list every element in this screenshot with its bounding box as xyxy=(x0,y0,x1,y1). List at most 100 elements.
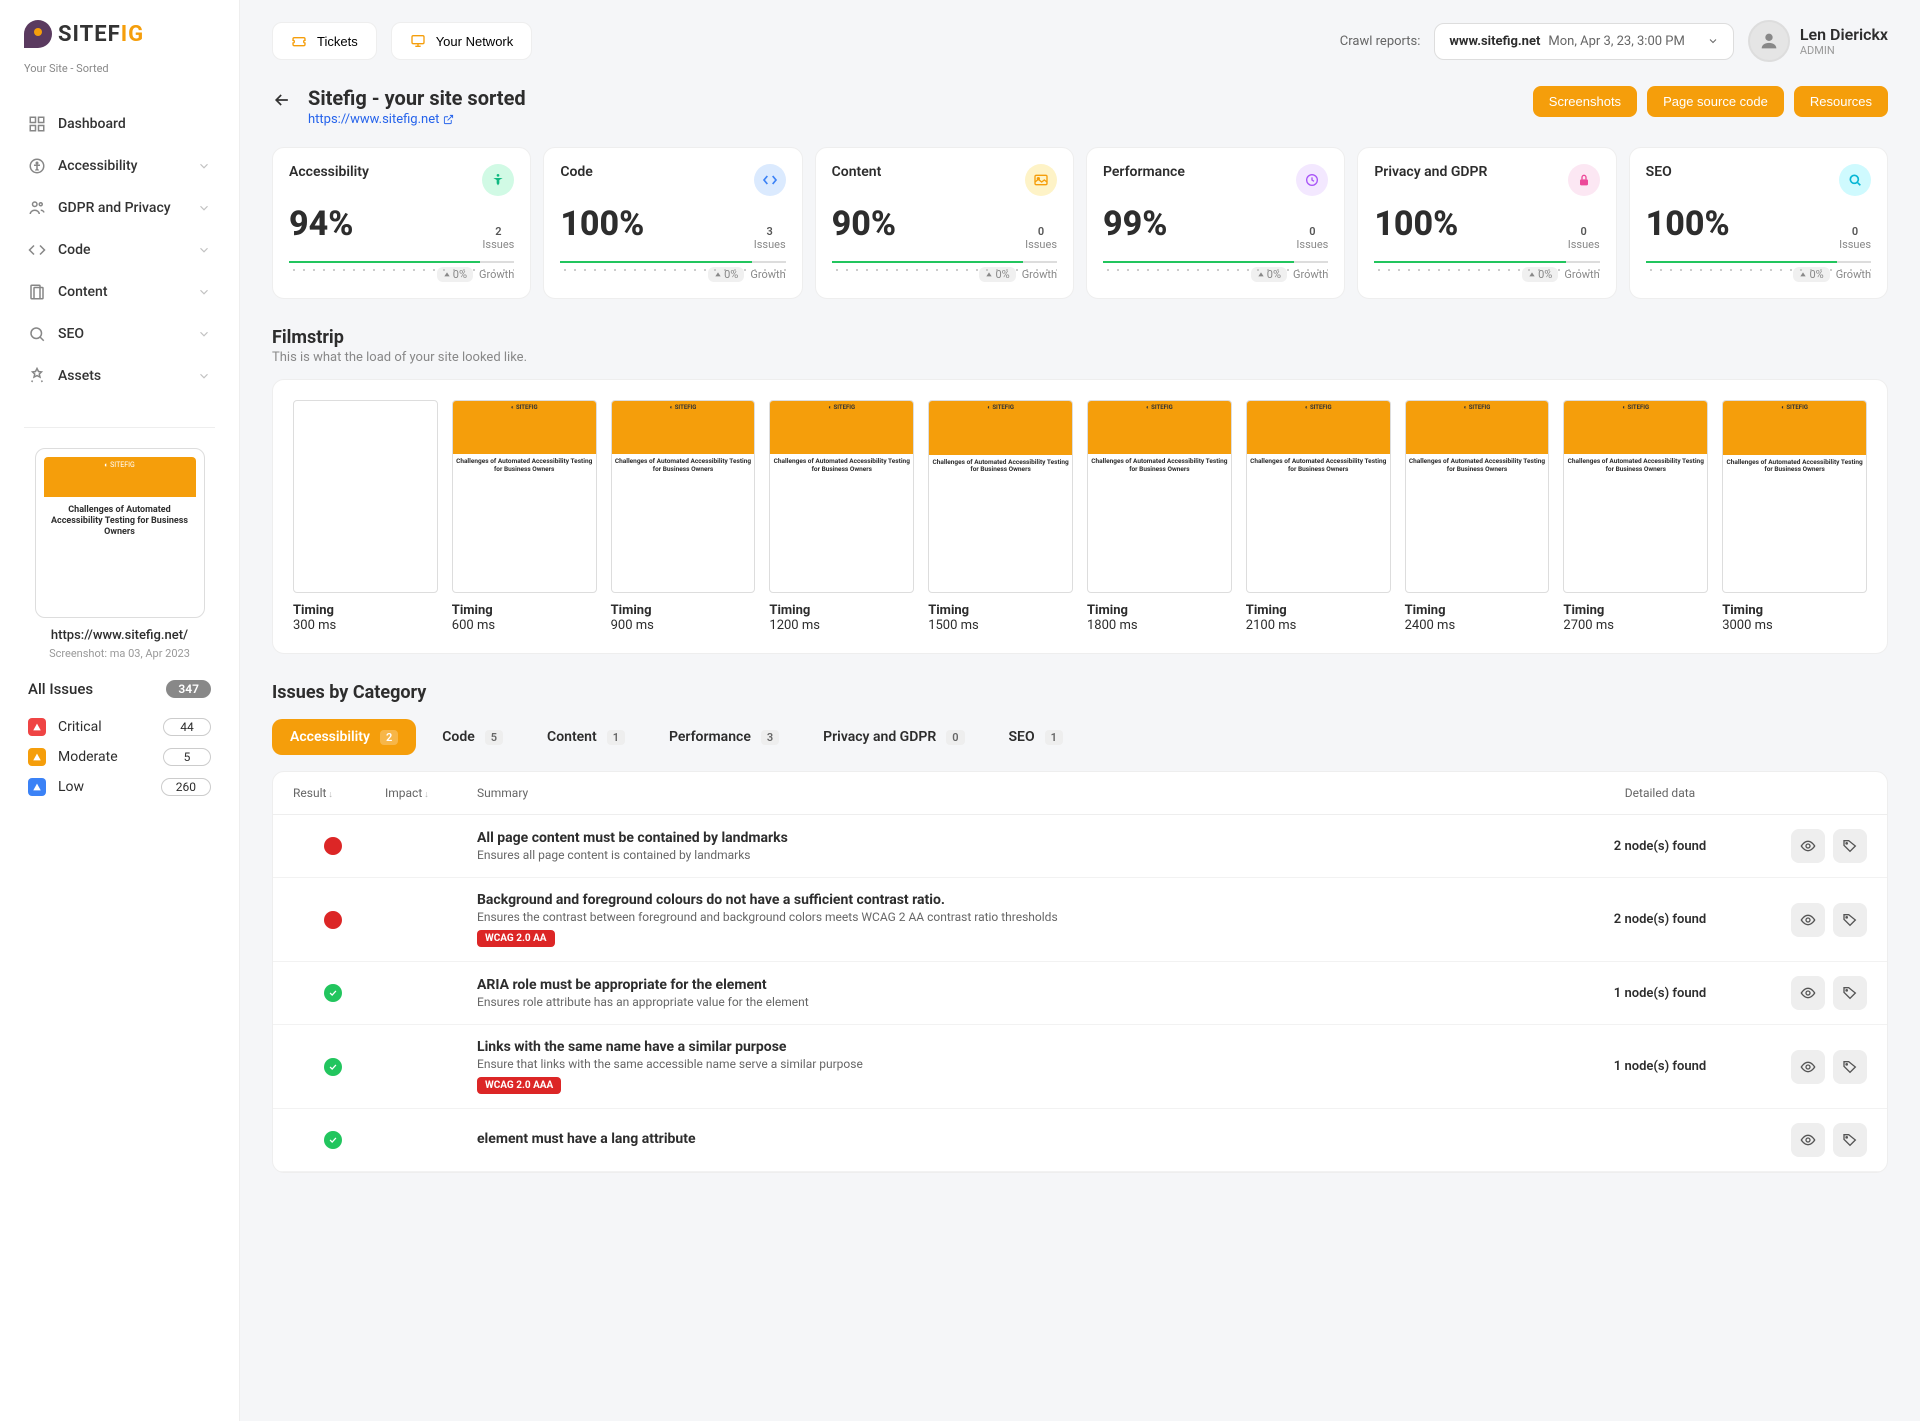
filmstrip-frame[interactable]: Timing300 ms xyxy=(293,400,438,633)
table-row: ARIA role must be appropriate for the el… xyxy=(273,962,1887,1025)
page-source-code-button[interactable]: Page source code xyxy=(1647,86,1784,117)
issues-total: 347 xyxy=(166,680,211,698)
tab-accessibility[interactable]: Accessibility2 xyxy=(272,719,416,755)
main-content: Tickets Your Network Crawl reports: www.… xyxy=(240,0,1920,1421)
view-button[interactable] xyxy=(1791,976,1825,1010)
seo-icon xyxy=(28,325,46,343)
status-dot xyxy=(324,1131,342,1149)
dashboard-icon xyxy=(28,115,46,133)
logo[interactable]: SITEFIG xyxy=(0,20,239,62)
filmstrip-frame[interactable]: ◐ SITEFIGChallenges of Automated Accessi… xyxy=(452,400,597,633)
card-icon xyxy=(1839,164,1871,196)
issue-row-moderate[interactable]: Moderate5 xyxy=(28,742,211,772)
screenshots-button[interactable]: Screenshots xyxy=(1533,86,1637,117)
chevron-down-icon xyxy=(1707,35,1719,47)
card-icon xyxy=(1568,164,1600,196)
nav-item-dashboard[interactable]: Dashboard xyxy=(0,103,239,145)
tag-button[interactable] xyxy=(1833,976,1867,1010)
sparkline xyxy=(832,261,1057,263)
crawl-select[interactable]: www.sitefig.net Mon, Apr 3, 23, 3:00 PM xyxy=(1434,23,1733,60)
page-header: Sitefig - your site sorted https://www.s… xyxy=(272,86,1888,127)
filmstrip-title: Filmstrip xyxy=(272,327,1888,348)
view-button[interactable] xyxy=(1791,829,1825,863)
nav-item-accessibility[interactable]: Accessibility xyxy=(0,145,239,187)
card-accessibility[interactable]: Accessibility 94%2Issues 0%Growth xyxy=(272,147,531,299)
ticket-icon xyxy=(291,33,307,49)
code-icon xyxy=(28,241,46,259)
filmstrip-frame[interactable]: ◐ SITEFIGChallenges of Automated Accessi… xyxy=(611,400,756,633)
page-title: Sitefig - your site sorted xyxy=(308,86,526,110)
tab-seo[interactable]: SEO1 xyxy=(991,719,1081,755)
view-button[interactable] xyxy=(1791,903,1825,937)
filmstrip-frame[interactable]: ◐ SITEFIGChallenges of Automated Accessi… xyxy=(1405,400,1550,633)
issues-category-title: Issues by Category xyxy=(272,682,1888,703)
back-button[interactable] xyxy=(272,90,292,110)
card-code[interactable]: Code 100%3Issues 0%Growth xyxy=(543,147,802,299)
external-link-icon xyxy=(443,114,454,125)
issues-title: All Issues xyxy=(28,680,93,698)
table-row: element must have a lang attribute xyxy=(273,1109,1887,1172)
user-menu[interactable]: Len Dierickx ADMIN xyxy=(1748,20,1888,62)
logo-icon xyxy=(24,20,52,48)
sidebar: SITEFIG Your Site - Sorted DashboardAcce… xyxy=(0,0,240,1421)
card-seo[interactable]: SEO 100%0Issues 0%Growth xyxy=(1629,147,1888,299)
col-detail: Detailed data xyxy=(1585,786,1735,800)
nav-item-code[interactable]: Code xyxy=(0,229,239,271)
card-performance[interactable]: Performance 99%0Issues 0%Growth xyxy=(1086,147,1345,299)
severity-icon xyxy=(28,778,46,796)
filmstrip-sub: This is what the load of your site looke… xyxy=(272,350,1888,365)
monitor-icon xyxy=(410,33,426,49)
nav-item-gdpr-and-privacy[interactable]: GDPR and Privacy xyxy=(0,187,239,229)
resources-button[interactable]: Resources xyxy=(1794,86,1888,117)
filmstrip-frame[interactable]: ◐ SITEFIGChallenges of Automated Accessi… xyxy=(1087,400,1232,633)
tab-code[interactable]: Code5 xyxy=(424,719,521,755)
tickets-button[interactable]: Tickets xyxy=(272,22,377,60)
accessibility-icon xyxy=(28,157,46,175)
screenshot-thumb[interactable]: ◐ SITEFIG Challenges of Automated Access… xyxy=(35,448,205,618)
avatar xyxy=(1748,20,1790,62)
col-result[interactable]: Result↓ xyxy=(293,786,373,800)
issue-row-critical[interactable]: Critical44 xyxy=(28,712,211,742)
chevron-down-icon xyxy=(197,159,211,173)
status-dot xyxy=(324,984,342,1002)
logo-text: SITEFIG xyxy=(58,22,144,47)
card-content[interactable]: Content 90%0Issues 0%Growth xyxy=(815,147,1074,299)
sparkline xyxy=(1646,261,1871,263)
view-button[interactable] xyxy=(1791,1050,1825,1084)
tab-content[interactable]: Content1 xyxy=(529,719,643,755)
nav-item-assets[interactable]: Assets xyxy=(0,355,239,397)
filmstrip-frame[interactable]: ◐ SITEFIGChallenges of Automated Accessi… xyxy=(1563,400,1708,633)
filmstrip-frame[interactable]: ◐ SITEFIGChallenges of Automated Accessi… xyxy=(928,400,1073,633)
tag-button[interactable] xyxy=(1833,1050,1867,1084)
status-dot xyxy=(324,1058,342,1076)
filmstrip-frame[interactable]: ◐ SITEFIGChallenges of Automated Accessi… xyxy=(1246,400,1391,633)
screenshot-card: ◐ SITEFIG Challenges of Automated Access… xyxy=(24,448,215,660)
chevron-down-icon xyxy=(197,369,211,383)
issue-row-low[interactable]: Low260 xyxy=(28,772,211,802)
card-privacy-and-gdpr[interactable]: Privacy and GDPR 100%0Issues 0%Growth xyxy=(1357,147,1616,299)
issues-table: Result↓ Impact↓ Summary Detailed data Al… xyxy=(272,771,1888,1173)
tag-button[interactable] xyxy=(1833,829,1867,863)
screenshot-date: Screenshot: ma 03, Apr 2023 xyxy=(24,647,215,660)
view-button[interactable] xyxy=(1791,1123,1825,1157)
user-role: ADMIN xyxy=(1800,44,1888,57)
tag-button[interactable] xyxy=(1833,903,1867,937)
chevron-down-icon xyxy=(197,243,211,257)
screenshot-url: https://www.sitefig.net/ xyxy=(24,628,215,643)
network-button[interactable]: Your Network xyxy=(391,22,533,60)
table-row: All page content must be contained by la… xyxy=(273,815,1887,878)
logo-tagline: Your Site - Sorted xyxy=(0,62,239,93)
col-summary: Summary xyxy=(477,786,1573,800)
nav-item-content[interactable]: Content xyxy=(0,271,239,313)
page-url[interactable]: https://www.sitefig.net xyxy=(308,112,526,127)
tab-privacy-and-gdpr[interactable]: Privacy and GDPR0 xyxy=(805,719,982,755)
nav-item-seo[interactable]: SEO xyxy=(0,313,239,355)
tab-performance[interactable]: Performance3 xyxy=(651,719,797,755)
tag-button[interactable] xyxy=(1833,1123,1867,1157)
filmstrip-frame[interactable]: ◐ SITEFIGChallenges of Automated Accessi… xyxy=(769,400,914,633)
gdpr-and-privacy-icon xyxy=(28,199,46,217)
filmstrip-frame[interactable]: ◐ SITEFIGChallenges of Automated Accessi… xyxy=(1722,400,1867,633)
wcag-badge: WCAG 2.0 AAA xyxy=(477,1077,561,1094)
topbar: Tickets Your Network Crawl reports: www.… xyxy=(272,20,1888,62)
col-impact[interactable]: Impact↓ xyxy=(385,786,465,800)
